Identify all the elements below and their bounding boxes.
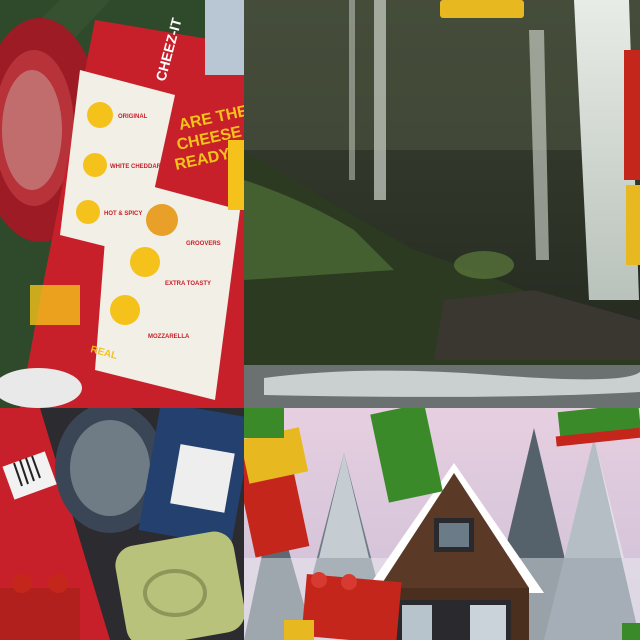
tile-cheezit-box: CHEEZ-IT ARE THEY CHEESE READY? ORIGINAL… [0, 0, 244, 408]
flavor-label: ORIGINAL [118, 114, 148, 120]
lego-brick-red [624, 50, 640, 180]
waterfall-scene [244, 0, 640, 408]
flavor-label: MOZZARELLA [148, 334, 190, 340]
tile-snowy-cabin [244, 408, 640, 640]
cabin-scene [244, 408, 640, 640]
can-edge [205, 0, 244, 75]
lego-brick-yellow [626, 185, 640, 265]
flavor-label: GROOVERS [186, 241, 221, 247]
cheezit-scene: CHEEZ-IT ARE THEY CHEESE READY? ORIGINAL… [0, 0, 244, 408]
nutrition-label [170, 444, 235, 513]
waterfall-stream [374, 0, 386, 200]
flavor-label: EXTRA TOASTY [165, 281, 211, 287]
waterfall-stream [349, 0, 355, 180]
lego-brick-yellow [440, 0, 524, 18]
flavor-label: HOT & SPICY [104, 211, 142, 217]
cans-scene [0, 408, 244, 640]
image-mosaic: CHEEZ-IT ARE THEY CHEESE READY? ORIGINAL… [0, 0, 640, 640]
tile-canned-goods [0, 408, 244, 640]
tile-waterfall [244, 0, 640, 408]
flavor-label: WHITE CHEDDAR [110, 164, 162, 170]
lego-brick-red [0, 588, 80, 640]
